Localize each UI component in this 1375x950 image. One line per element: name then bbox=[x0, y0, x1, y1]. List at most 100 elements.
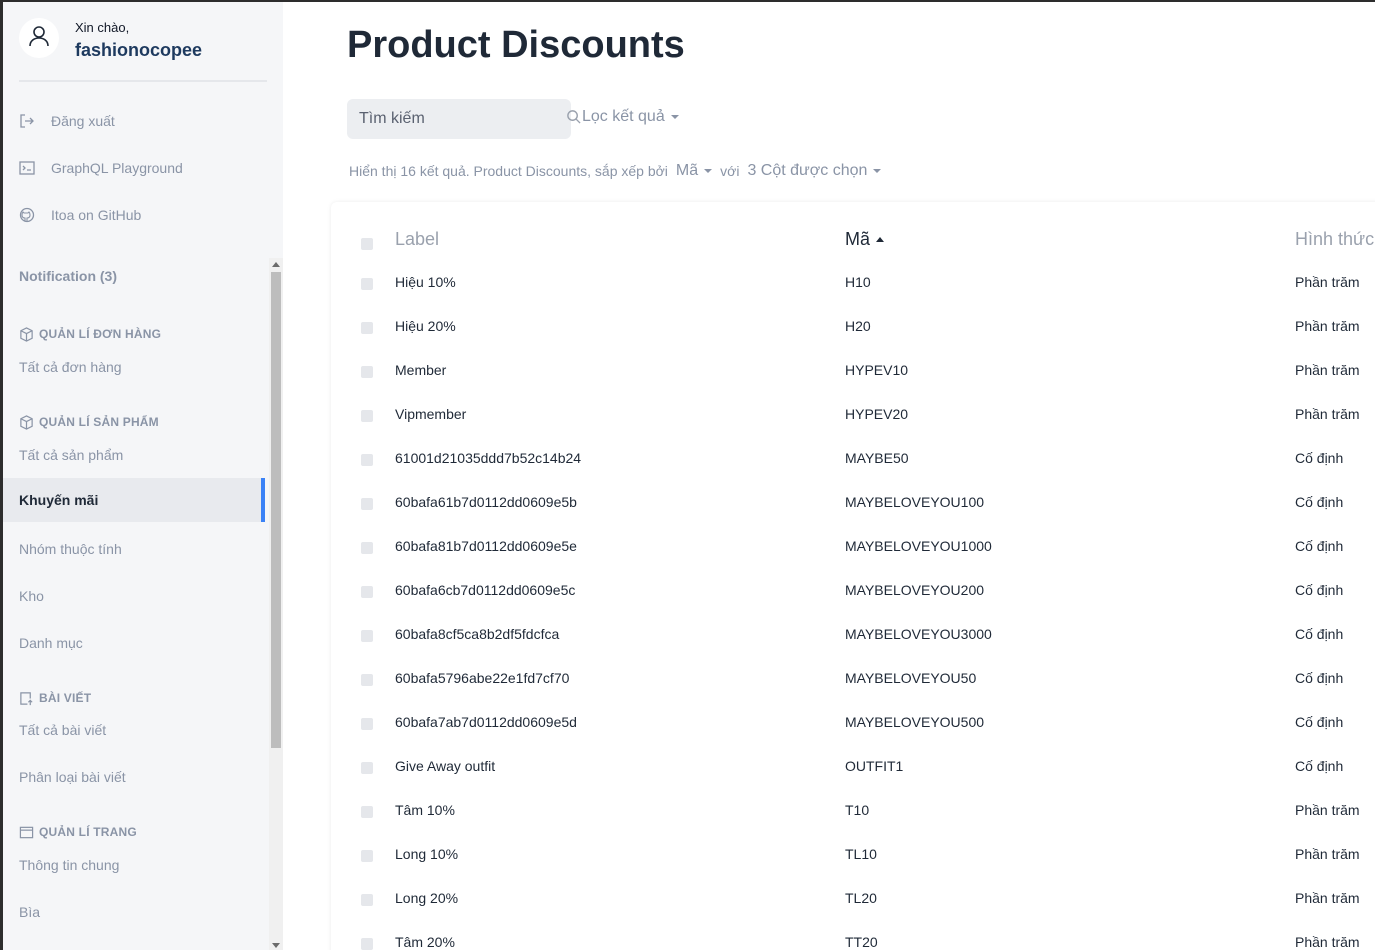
row-checkbox[interactable] bbox=[361, 498, 373, 510]
summary-prefix: Hiển thị 16 kết quả. Product Discounts, … bbox=[349, 163, 668, 179]
sidebar-item-general-info[interactable]: Thông tin chung bbox=[19, 855, 119, 875]
avatar[interactable] bbox=[19, 18, 59, 58]
sidebar-scrollbar[interactable] bbox=[269, 258, 283, 950]
sidebar-item-promotions[interactable]: Khuyến mãi bbox=[3, 478, 265, 522]
graphql-playground-link[interactable]: GraphQL Playground bbox=[19, 156, 183, 180]
window-icon bbox=[19, 824, 35, 840]
column-header-code[interactable]: Mã bbox=[845, 229, 885, 250]
row-checkbox[interactable] bbox=[361, 542, 373, 554]
cell-label[interactable]: 61001d21035ddd7b52c14b24 bbox=[395, 450, 581, 466]
row-checkbox[interactable] bbox=[361, 850, 373, 862]
cell-label[interactable]: 60bafa61b7d0112dd0609e5b bbox=[395, 494, 577, 510]
cell-code: MAYBE50 bbox=[845, 450, 909, 466]
cell-type: Cố định bbox=[1295, 494, 1344, 510]
cell-label[interactable]: 60bafa8cf5ca8b2df5fdcfca bbox=[395, 626, 559, 642]
row-checkbox[interactable] bbox=[361, 894, 373, 906]
filter-dropdown[interactable]: Lọc kết quả bbox=[582, 108, 679, 126]
cell-label[interactable]: Tâm 20% bbox=[395, 934, 455, 950]
cell-label[interactable]: 60bafa6cb7d0112dd0609e5c bbox=[395, 582, 575, 598]
cell-type: Phần trăm bbox=[1295, 274, 1360, 290]
cell-label[interactable]: 60bafa81b7d0112dd0609e5e bbox=[395, 538, 577, 554]
scroll-up-icon[interactable] bbox=[272, 262, 280, 267]
sidebar-item-categories[interactable]: Danh mục bbox=[19, 633, 83, 653]
cell-code: H20 bbox=[845, 318, 871, 334]
row-checkbox[interactable] bbox=[361, 586, 373, 598]
terminal-icon bbox=[19, 160, 35, 176]
column-header-type[interactable]: Hình thức bbox=[1295, 229, 1374, 250]
box-icon bbox=[19, 414, 35, 430]
cell-code: MAYBELOVEYOU50 bbox=[845, 670, 977, 686]
section-products-title: QUẢN LÍ SẢN PHẨM bbox=[39, 415, 159, 429]
column-header-label-text: Label bbox=[395, 229, 440, 249]
sidebar-item-attribute-groups[interactable]: Nhóm thuộc tính bbox=[19, 539, 122, 559]
results-summary: Hiển thị 16 kết quả. Product Discounts, … bbox=[349, 162, 889, 180]
cell-type: Phần trăm bbox=[1295, 846, 1360, 862]
search-box[interactable] bbox=[347, 99, 581, 139]
cell-label[interactable]: 60bafa7ab7d0112dd0609e5d bbox=[395, 714, 577, 730]
row-checkbox[interactable] bbox=[361, 366, 373, 378]
cell-type: Phần trăm bbox=[1295, 934, 1360, 950]
cell-code: TL20 bbox=[845, 890, 877, 906]
row-checkbox[interactable] bbox=[361, 674, 373, 686]
cell-type: Cố định bbox=[1295, 450, 1344, 466]
cell-label[interactable]: Tâm 10% bbox=[395, 802, 455, 818]
section-orders-title: QUẢN LÍ ĐƠN HÀNG bbox=[39, 327, 162, 341]
row-checkbox[interactable] bbox=[361, 718, 373, 730]
sidebar-item-warehouse[interactable]: Kho bbox=[19, 586, 44, 606]
search-input[interactable] bbox=[359, 110, 566, 128]
row-checkbox[interactable] bbox=[361, 806, 373, 818]
section-pages-title: QUẢN LÍ TRANG bbox=[39, 825, 137, 839]
logout-icon bbox=[19, 113, 35, 129]
cell-type: Cố định bbox=[1295, 758, 1344, 774]
scroll-down-icon[interactable] bbox=[272, 943, 280, 948]
row-checkbox[interactable] bbox=[361, 938, 373, 950]
cell-code: MAYBELOVEYOU500 bbox=[845, 714, 985, 730]
sort-ascending-icon bbox=[876, 237, 885, 242]
columns-dropdown[interactable]: 3 Cột được chọn bbox=[747, 162, 882, 180]
github-label: Itoa on GitHub bbox=[51, 207, 142, 223]
github-link[interactable]: Itoa on GitHub bbox=[19, 203, 141, 227]
sidebar-item-all-orders[interactable]: Tất cả đơn hàng bbox=[19, 357, 122, 377]
row-checkbox[interactable] bbox=[361, 630, 373, 642]
sort-field-dropdown[interactable]: Mã bbox=[676, 162, 713, 180]
cell-label[interactable]: Hiệu 20% bbox=[395, 318, 456, 334]
row-checkbox[interactable] bbox=[361, 410, 373, 422]
row-checkbox[interactable] bbox=[361, 454, 373, 466]
cell-label[interactable]: Give Away outfit bbox=[395, 758, 495, 774]
cell-label[interactable]: 60bafa5796abe22e1fd7cf70 bbox=[395, 670, 569, 686]
sidebar-item-all-products[interactable]: Tất cả sản phẩm bbox=[19, 445, 123, 465]
cell-label[interactable]: Long 10% bbox=[395, 846, 458, 862]
sidebar-item-post-categories[interactable]: Phân loại bài viết bbox=[19, 767, 126, 787]
section-posts-header: BÀI VIẾT bbox=[19, 689, 91, 707]
graphql-playground-label: GraphQL Playground bbox=[51, 160, 183, 176]
cell-type: Cố định bbox=[1295, 582, 1344, 598]
cell-label[interactable]: Member bbox=[395, 362, 446, 378]
notification-link[interactable]: Notification (3) bbox=[19, 268, 117, 284]
cell-label[interactable]: Long 20% bbox=[395, 890, 458, 906]
cell-code: TL10 bbox=[845, 846, 877, 862]
cell-type: Cố định bbox=[1295, 670, 1344, 686]
results-table-card bbox=[331, 202, 1375, 950]
row-checkbox[interactable] bbox=[361, 322, 373, 334]
column-header-label[interactable]: Label bbox=[395, 229, 439, 250]
row-checkbox[interactable] bbox=[361, 762, 373, 774]
cell-label[interactable]: Hiệu 10% bbox=[395, 274, 456, 290]
post-icon bbox=[19, 690, 35, 706]
user-block: Xin chào, fashionocopee bbox=[19, 16, 267, 82]
section-orders-header: QUẢN LÍ ĐƠN HÀNG bbox=[19, 325, 161, 343]
row-checkbox[interactable] bbox=[361, 278, 373, 290]
scrollbar-thumb[interactable] bbox=[271, 272, 281, 748]
cell-code: HYPEV10 bbox=[845, 362, 909, 378]
cell-code: T10 bbox=[845, 802, 870, 818]
sidebar-item-all-posts[interactable]: Tất cả bài viết bbox=[19, 720, 106, 740]
select-all-checkbox[interactable] bbox=[361, 238, 373, 250]
sidebar-item-cover[interactable]: Bìa bbox=[19, 902, 40, 922]
logout-link[interactable]: Đăng xuất bbox=[19, 109, 115, 133]
summary-with: với bbox=[720, 163, 740, 179]
cell-type: Phần trăm bbox=[1295, 362, 1360, 378]
cell-code: TT20 bbox=[845, 934, 878, 950]
greeting-text: Xin chào, bbox=[75, 20, 130, 35]
cell-code: HYPEV20 bbox=[845, 406, 909, 422]
cell-label[interactable]: Vipmember bbox=[395, 406, 466, 422]
search-icon[interactable] bbox=[566, 109, 581, 129]
